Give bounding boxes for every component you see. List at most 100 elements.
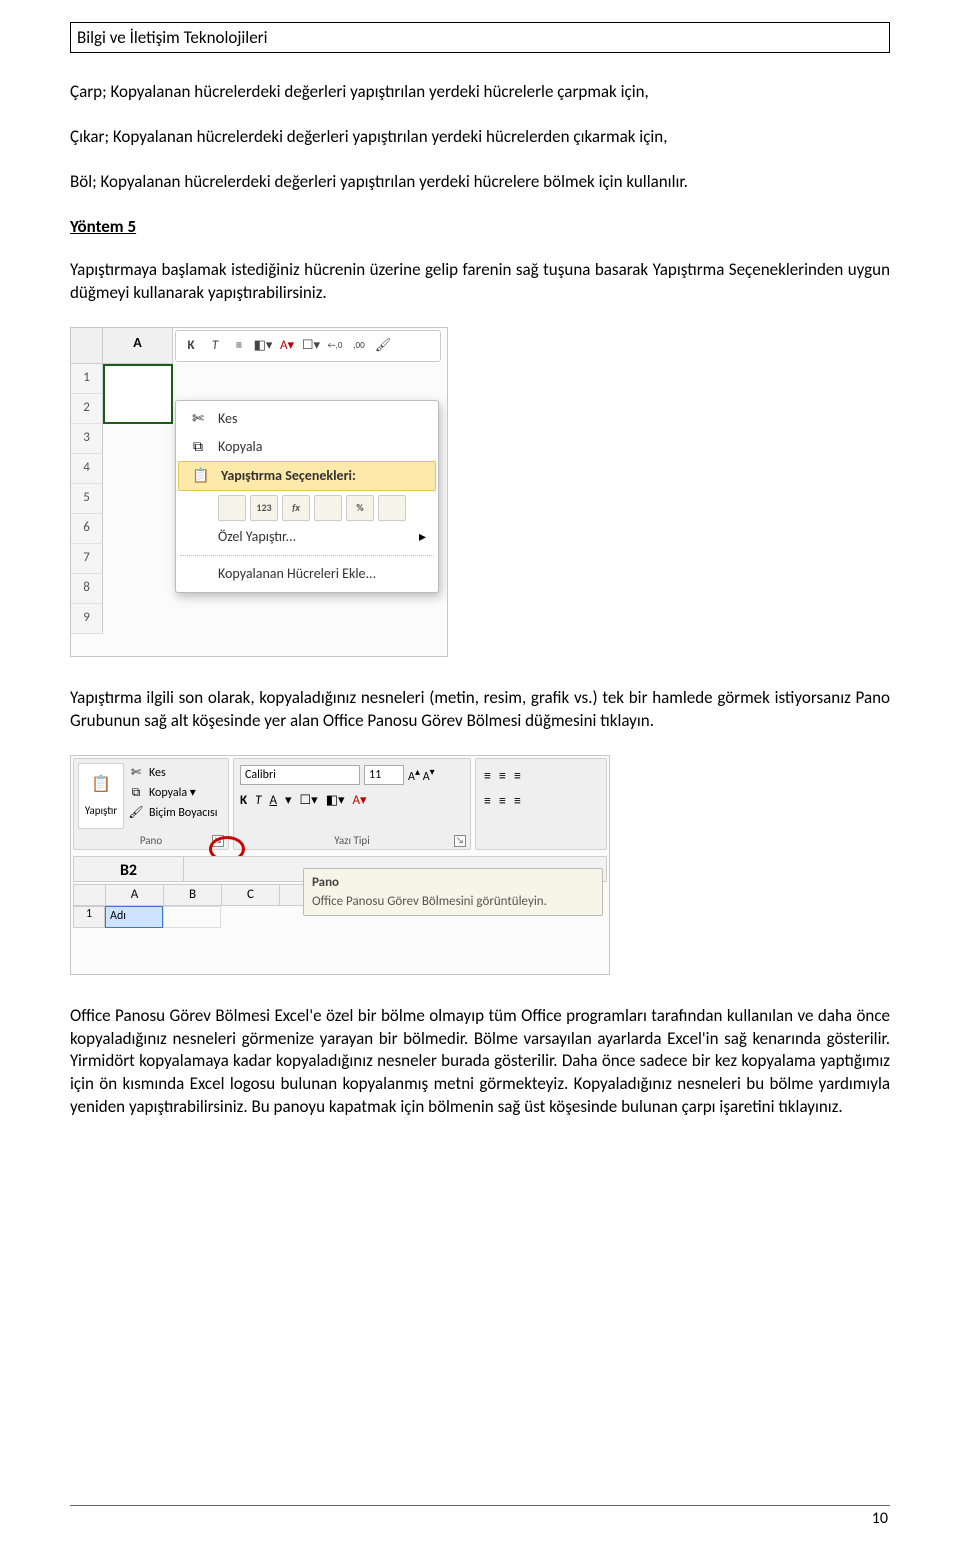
align-left-icon[interactable]: ≡: [484, 792, 491, 809]
cell-a1-adi[interactable]: Adı: [105, 906, 163, 928]
menu-paste-label: Yapıştırma Seçenekleri:: [221, 467, 356, 484]
heading-yontem-5: Yöntem 5: [70, 216, 890, 237]
row-9[interactable]: 9: [71, 604, 103, 634]
menu-separator: [180, 555, 434, 556]
tooltip-title: Pano: [312, 875, 594, 890]
column-header-a[interactable]: A: [103, 328, 173, 364]
submenu-arrow-icon: ▸: [419, 528, 426, 545]
paste-opt-values[interactable]: 123: [250, 495, 278, 521]
paste-opt-transpose[interactable]: [314, 495, 342, 521]
col-c[interactable]: C: [222, 885, 280, 905]
paste-button-label: Yapıştır: [79, 804, 123, 817]
align-top-icon[interactable]: ≡: [484, 767, 491, 784]
copy-icon-ribbon: ⧉: [128, 785, 144, 801]
row-5[interactable]: 5: [71, 484, 103, 514]
paste-opt-link[interactable]: [378, 495, 406, 521]
borders-button[interactable]: ☐▾: [300, 793, 318, 808]
paste-opt-percent[interactable]: %: [346, 495, 374, 521]
context-menu: ✄ Kes ⧉ Kopyala 📋 Yapıştırma Seçenekleri…: [175, 400, 439, 593]
figure-pano-ribbon: 📋 Yapıştır ✄ Kes ⧉ Kopyala ▾ 🖌 Biçim Boy…: [70, 755, 610, 975]
italic-button[interactable]: T: [255, 793, 261, 808]
paste-opt-all[interactable]: [218, 495, 246, 521]
font-size-input[interactable]: 11: [364, 765, 404, 785]
font-dialog-launcher[interactable]: ↘: [454, 835, 466, 847]
row-2[interactable]: 2: [71, 394, 103, 424]
font-name-input[interactable]: Calibri: [240, 765, 360, 785]
paste-opt-formulas[interactable]: fx: [282, 495, 310, 521]
name-box-b2[interactable]: B2: [74, 857, 184, 881]
increase-decimal-icon[interactable]: ←,0: [326, 337, 344, 355]
pano-tooltip: Pano Office Panosu Görev Bölmesini görün…: [303, 868, 603, 916]
menu-kopyalanan-ekle[interactable]: Kopyalanan Hücreleri Ekle...: [176, 560, 438, 588]
decrease-decimal-icon[interactable]: ,00: [350, 337, 368, 355]
fill-color-icon[interactable]: ◧▾: [254, 337, 272, 355]
row-6[interactable]: 6: [71, 514, 103, 544]
align-center-icon[interactable]: ≡: [499, 792, 506, 809]
ribbon-group-pano: 📋 Yapıştır ✄ Kes ⧉ Kopyala ▾ 🖌 Biçim Boy…: [73, 758, 229, 850]
paragraph-carp: Çarp; Kopyalanan hücrelerdeki değerleri …: [70, 81, 890, 104]
copy-icon: ⧉: [188, 437, 208, 457]
paragraph-cikar: Çıkar; Kopyalanan hücrelerdeki değerleri…: [70, 126, 890, 149]
font-color-button[interactable]: A▾: [353, 793, 367, 808]
align-middle-icon[interactable]: ≡: [499, 767, 506, 784]
menu-kopyala[interactable]: ⧉ Kopyala: [176, 433, 438, 461]
row-7[interactable]: 7: [71, 544, 103, 574]
alignment-buttons: ≡ ≡ ≡ ≡ ≡ ≡: [484, 767, 521, 809]
italic-icon[interactable]: T: [206, 337, 224, 355]
menu-kopyala-label: Kopyala: [218, 438, 262, 455]
figure-context-menu: A K T ≡ ◧▾ A▾ ☐▾ ←,0 ,00 🖌 1 2 3 4 5 6 7…: [70, 327, 448, 657]
cell-b1[interactable]: [163, 906, 221, 928]
menu-ozel-label: Özel Yapıştır...: [218, 528, 296, 545]
page-number: 10: [872, 1509, 888, 1528]
name-box[interactable]: [71, 328, 103, 364]
align-right-icon[interactable]: ≡: [514, 792, 521, 809]
menu-ozel-yapistir[interactable]: Özel Yapıştır... ▸: [176, 523, 438, 551]
fill-color-button[interactable]: ◧▾: [326, 793, 345, 808]
paragraph-yontem5-desc: Yapıştırmaya başlamak istediğiniz hücren…: [70, 259, 890, 305]
row-header-1[interactable]: 1: [73, 906, 105, 928]
cut-button[interactable]: ✄ Kes: [128, 765, 166, 781]
font-style-row: K T A ▾ ☐▾ ◧▾ A▾: [240, 793, 367, 808]
align-icon[interactable]: ≡: [230, 337, 248, 355]
borders-icon[interactable]: ☐▾: [302, 337, 320, 355]
menu-kes-label: Kes: [218, 410, 237, 427]
tooltip-text: Office Panosu Görev Bölmesini görüntüley…: [312, 894, 594, 909]
format-painter-button[interactable]: 🖌 Biçim Boyacısı: [128, 805, 217, 821]
ribbon-group-font: Calibri 11 A▴ A▾ K T A ▾ ☐▾ ◧▾ A▾ Yazı T…: [233, 758, 471, 850]
row-1[interactable]: 1: [71, 364, 103, 394]
page-header-box: Bilgi ve İletişim Teknolojileri: [70, 22, 890, 53]
row-3[interactable]: 3: [71, 424, 103, 454]
paste-options-row: 123 fx %: [176, 491, 438, 523]
selected-cell[interactable]: [103, 364, 173, 424]
underline-button[interactable]: A: [269, 793, 277, 808]
menu-kes[interactable]: ✄ Kes: [176, 405, 438, 433]
col-a[interactable]: A: [106, 885, 164, 905]
paste-button[interactable]: 📋 Yapıştır: [78, 763, 124, 829]
format-painter-icon[interactable]: 🖌: [374, 337, 392, 355]
font-grow-shrink[interactable]: A▴ A▾: [408, 765, 435, 784]
row-8[interactable]: 8: [71, 574, 103, 604]
font-color-icon[interactable]: A▾: [278, 337, 296, 355]
footer-rule: [70, 1505, 890, 1506]
bold-button[interactable]: K: [240, 793, 247, 808]
cut-icon: ✄: [188, 409, 208, 429]
group-title-font: Yazı Tipi: [234, 834, 470, 847]
mini-toolbar: K T ≡ ◧▾ A▾ ☐▾ ←,0 ,00 🖌: [175, 330, 441, 362]
row-headers: 1 2 3 4 5 6 7 8 9: [71, 364, 103, 634]
paragraph-bol: Böl; Kopyalanan hücrelerdeki değerleri y…: [70, 171, 890, 194]
bold-icon[interactable]: K: [182, 337, 200, 355]
align-bottom-icon[interactable]: ≡: [514, 767, 521, 784]
ribbon-group-align: ≡ ≡ ≡ ≡ ≡ ≡: [475, 758, 607, 850]
cut-icon-ribbon: ✄: [128, 765, 144, 781]
paste-icon: 📋: [191, 466, 211, 486]
copy-button[interactable]: ⧉ Kopyala ▾: [128, 785, 196, 801]
cut-label: Kes: [149, 766, 166, 780]
bicim-label: Biçim Boyacısı: [149, 806, 217, 820]
copy-label: Kopyala ▾: [149, 785, 196, 800]
paragraph-pano-explain: Office Panosu Görev Bölmesi Excel'e özel…: [70, 1005, 890, 1120]
group-title-pano: Pano: [74, 834, 228, 847]
col-select-all[interactable]: [74, 885, 106, 905]
col-b[interactable]: B: [164, 885, 222, 905]
row-4[interactable]: 4: [71, 454, 103, 484]
paragraph-pano-intro: Yapıştırma ilgili son olarak, kopyaladığ…: [70, 687, 890, 733]
